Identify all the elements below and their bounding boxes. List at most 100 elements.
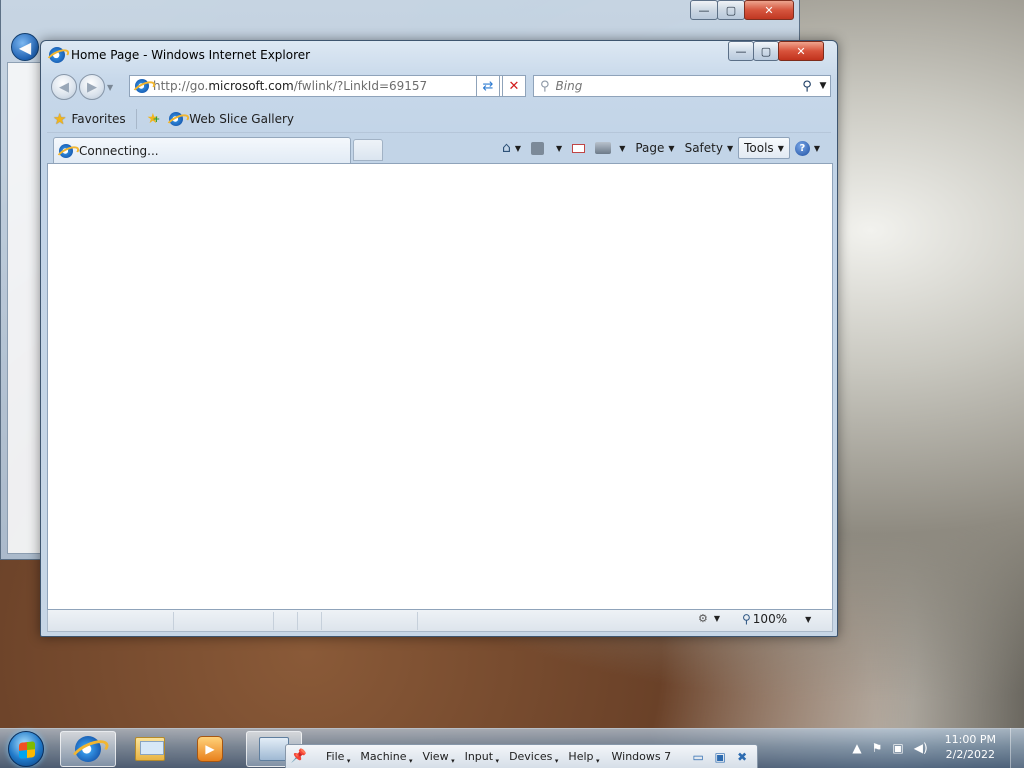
web-slice-gallery-link[interactable]: Web Slice Gallery: [169, 107, 300, 131]
new-tab-button[interactable]: [353, 139, 383, 161]
clock-date: 2/2/2022: [945, 748, 996, 761]
vm-menu-devices[interactable]: Devices: [501, 750, 560, 765]
background-close-button[interactable]: ✕: [744, 0, 794, 20]
stop-icon: ✕: [508, 78, 520, 94]
ie-window: Home Page - Windows Internet Explorer — …: [40, 40, 838, 637]
title-bar: Home Page - Windows Internet Explorer: [49, 46, 310, 64]
vm-restore-icon[interactable]: ▣: [711, 749, 729, 765]
favorites-label: Favorites: [71, 111, 126, 126]
help-icon: ?: [794, 140, 810, 156]
background-back-button[interactable]: ◀: [11, 33, 39, 61]
status-segment-4: [298, 611, 322, 630]
caption-buttons: — ▢ ✕: [728, 41, 824, 61]
forward-button[interactable]: ▶: [79, 74, 105, 100]
taskbar-internet-explorer[interactable]: [60, 731, 116, 767]
page-content-area[interactable]: [47, 163, 833, 610]
tools-menu-label: Tools: [744, 141, 774, 155]
feeds-button[interactable]: ▼: [526, 137, 567, 159]
background-minimize-button[interactable]: —: [690, 0, 718, 20]
taskbar-windows-explorer[interactable]: [122, 731, 178, 767]
pin-icon[interactable]: 📌: [290, 748, 308, 766]
address-bar[interactable]: http://go.microsoft.com/fwlink/?LinkId=6…: [129, 75, 525, 97]
stop-button[interactable]: ✕: [502, 75, 526, 97]
background-maximize-button[interactable]: ▢: [717, 0, 745, 20]
print-button[interactable]: ▼: [590, 137, 630, 159]
protected-mode-zone[interactable]: ⚙ ▼: [698, 612, 720, 625]
zoom-control[interactable]: ⚲ 100% ▼: [742, 612, 811, 626]
safety-menu-label: Safety: [684, 141, 723, 155]
tab-page-icon: [59, 143, 73, 158]
zoom-icon: ⚲: [742, 612, 751, 626]
help-menu[interactable]: ? ▼: [790, 137, 825, 159]
back-button[interactable]: ◀: [51, 74, 77, 100]
volume-icon[interactable]: ◀): [914, 741, 928, 755]
clock[interactable]: 11:00 PM 2/2/2022: [945, 733, 996, 763]
tab-label: Connecting...: [79, 143, 159, 158]
page-menu-label: Page: [635, 141, 665, 155]
status-segment-5: [322, 611, 418, 630]
start-button[interactable]: [8, 731, 44, 767]
status-segment-3: [274, 611, 298, 630]
search-options-dropdown-icon[interactable]: ▼: [816, 81, 830, 91]
zone-dropdown-icon[interactable]: ▼: [714, 614, 720, 623]
print-dropdown-icon[interactable]: ▼: [619, 144, 625, 153]
web-slice-icon: [169, 111, 184, 126]
feeds-dropdown-icon[interactable]: ▼: [556, 144, 562, 153]
vm-minimize-icon[interactable]: ▭: [689, 749, 707, 765]
favorites-button[interactable]: ★ Favorites: [47, 107, 132, 131]
tools-menu[interactable]: Tools ▼: [738, 137, 790, 159]
tab-connecting[interactable]: Connecting...: [53, 137, 351, 163]
printer-icon: [595, 142, 612, 154]
action-center-flag-icon[interactable]: ⚑: [872, 741, 883, 755]
tab-row: Connecting... ⌂ ▼ ▼ ▼ Page ▼ Safety ▼ To…: [47, 135, 831, 163]
home-dropdown-icon[interactable]: ▼: [515, 144, 521, 153]
tools-dropdown-icon: ▼: [777, 143, 784, 153]
search-icon[interactable]: ⚲: [798, 79, 816, 94]
favorites-bar: ★ Favorites ★ Web Slice Gallery: [47, 105, 831, 133]
close-button[interactable]: ✕: [778, 41, 824, 61]
vm-menu-view[interactable]: View: [414, 750, 456, 765]
forward-arrow-icon: ▶: [87, 79, 97, 95]
media-player-icon: ▶: [197, 736, 223, 762]
navigation-bar: ◀ ▶ ▼ http://go.microsoft.com/fwlink/?Li…: [49, 74, 831, 100]
web-slice-gallery-label: Web Slice Gallery: [189, 111, 295, 126]
network-icon[interactable]: ▣: [892, 741, 903, 755]
vm-menu-help[interactable]: Help: [560, 750, 601, 765]
zoom-level: 100%: [752, 612, 788, 626]
home-button[interactable]: ⌂ ▼: [497, 137, 526, 159]
help-dropdown-icon: ▼: [813, 143, 820, 153]
show-hidden-icons-icon[interactable]: ▲: [852, 741, 861, 755]
favorites-separator: [135, 108, 137, 129]
security-zone-icon: ⚙: [698, 612, 708, 625]
safety-menu[interactable]: Safety ▼: [680, 137, 739, 159]
vm-menu-machine[interactable]: Machine: [352, 750, 414, 765]
page-icon: [135, 79, 149, 93]
recent-pages-dropdown[interactable]: ▼: [107, 83, 113, 92]
page-menu[interactable]: Page ▼: [630, 137, 679, 159]
back-arrow-icon: ◀: [59, 79, 69, 95]
internet-explorer-icon: [75, 736, 101, 762]
taskbar-media-player[interactable]: ▶: [182, 731, 238, 767]
safety-dropdown-icon: ▼: [726, 143, 734, 153]
rss-feed-icon: [531, 141, 545, 155]
folder-icon: [135, 737, 165, 761]
search-box[interactable]: ⚲ ⚲ ▼: [533, 75, 831, 97]
refresh-button[interactable]: ⇄: [476, 75, 500, 97]
maximize-button[interactable]: ▢: [753, 41, 779, 61]
vm-close-icon[interactable]: ✖: [733, 749, 751, 765]
system-tray: ▲ ⚑ ▣ ◀) 11:00 PM 2/2/2022: [847, 728, 1024, 768]
zoom-dropdown-icon[interactable]: ▼: [805, 615, 811, 624]
status-segment-2: [174, 611, 274, 630]
show-desktop-button[interactable]: [1010, 728, 1024, 768]
add-to-favorites-bar-button[interactable]: ★: [141, 107, 170, 131]
clock-time: 11:00 PM: [944, 733, 996, 747]
status-bar: ⚙ ▼ ⚲ 100% ▼: [47, 610, 833, 632]
background-window-caption-buttons: — ▢ ✕: [690, 0, 794, 20]
address-url[interactable]: http://go.microsoft.com/fwlink/?LinkId=6…: [153, 79, 508, 93]
search-input[interactable]: [555, 79, 798, 93]
page-dropdown-icon: ▼: [668, 143, 675, 153]
minimize-button[interactable]: —: [728, 41, 754, 61]
read-mail-button[interactable]: [567, 137, 590, 159]
vm-menu-input[interactable]: Input: [457, 750, 501, 765]
vm-menu-file[interactable]: File: [318, 750, 352, 765]
